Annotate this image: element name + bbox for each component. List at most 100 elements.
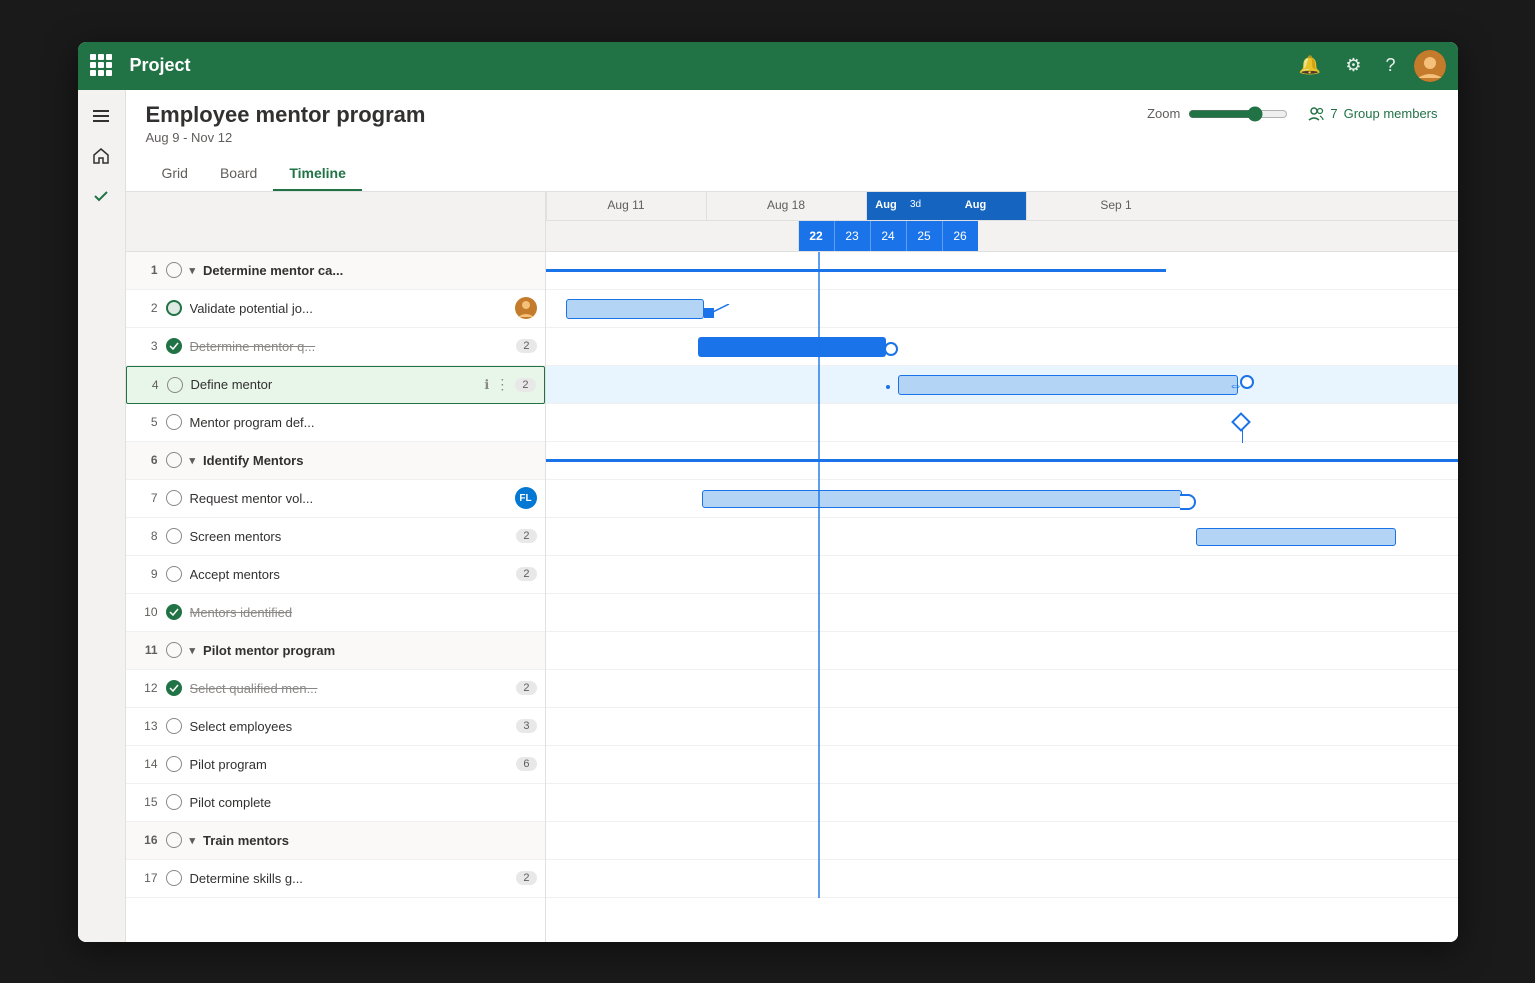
task-row-8[interactable]: 8Screen mentors2 xyxy=(126,518,545,556)
tab-timeline[interactable]: Timeline xyxy=(273,157,362,191)
milestone-dot-3 xyxy=(884,342,898,356)
task-check-5[interactable] xyxy=(164,412,184,432)
task-row-17[interactable]: 17Determine skills g...2 xyxy=(126,860,545,898)
collapse-icon-1[interactable]: ▾ xyxy=(190,264,196,277)
task-row-5[interactable]: 5Mentor program def... xyxy=(126,404,545,442)
help-icon[interactable]: ? xyxy=(1385,55,1395,76)
gantt-row-4: ⇔ xyxy=(546,366,1458,404)
bar-row1[interactable] xyxy=(546,269,1166,272)
gantt-row-12 xyxy=(546,670,1458,708)
day-22: 22 xyxy=(798,221,834,251)
task-check-8[interactable] xyxy=(164,526,184,546)
task-name-9: Accept mentors xyxy=(190,567,511,582)
task-num-8: 8 xyxy=(134,529,158,543)
sidebar-home-btn[interactable] xyxy=(83,138,119,174)
task-check-14[interactable] xyxy=(164,754,184,774)
task-check-4[interactable] xyxy=(165,375,185,395)
sidebar-menu-btn[interactable] xyxy=(83,98,119,134)
task-row-12[interactable]: 12Select qualified men...2 xyxy=(126,670,545,708)
task-num-12: 12 xyxy=(134,681,158,695)
badge-9: 2 xyxy=(516,567,536,581)
task-row-9[interactable]: 9Accept mentors2 xyxy=(126,556,545,594)
collapse-icon-6[interactable]: ▾ xyxy=(190,454,196,467)
bar-row3[interactable] xyxy=(698,337,886,357)
gantt-row-13 xyxy=(546,708,1458,746)
task-name-14: Pilot program xyxy=(190,757,511,772)
badge-13: 3 xyxy=(516,719,536,733)
bell-icon[interactable]: 🔔 xyxy=(1299,55,1321,76)
task-num-1: 1 xyxy=(134,263,158,277)
task-check-7[interactable] xyxy=(164,488,184,508)
gantt-row-2 xyxy=(546,290,1458,328)
task-num-13: 13 xyxy=(134,719,158,733)
task-row-2[interactable]: 2Validate potential jo... xyxy=(126,290,545,328)
task-check-17[interactable] xyxy=(164,868,184,888)
task-row-11[interactable]: 11▾Pilot mentor program xyxy=(126,632,545,670)
content-area: Employee mentor program Aug 9 - Nov 12 Z… xyxy=(126,90,1458,942)
task-check-15[interactable] xyxy=(164,792,184,812)
task-check-6[interactable] xyxy=(164,450,184,470)
gantt-row-15 xyxy=(546,784,1458,822)
task-check-11[interactable] xyxy=(164,640,184,660)
task-name-5: Mentor program def... xyxy=(190,415,537,430)
task-row-3[interactable]: 3Determine mentor q...2 xyxy=(126,328,545,366)
zoom-control: Zoom xyxy=(1147,106,1288,122)
task-check-13[interactable] xyxy=(164,716,184,736)
group-members-label: Group members xyxy=(1344,106,1438,121)
task-row-13[interactable]: 13Select employees3 xyxy=(126,708,545,746)
check-empty-icon xyxy=(166,832,182,848)
bar-row8[interactable] xyxy=(1196,528,1396,546)
task-num-7: 7 xyxy=(134,491,158,505)
task-row-10[interactable]: 10Mentors identified xyxy=(126,594,545,632)
tab-grid[interactable]: Grid xyxy=(146,157,204,191)
task-name-10: Mentors identified xyxy=(190,605,537,620)
bar-row2[interactable] xyxy=(566,299,704,319)
task-row-14[interactable]: 14Pilot program6 xyxy=(126,746,545,784)
badge-4: 2 xyxy=(515,378,535,392)
bar-row7[interactable] xyxy=(702,490,1182,508)
task-row-4[interactable]: 4Define mentorℹ⋮2 xyxy=(126,366,545,404)
task-check-1[interactable] xyxy=(164,260,184,280)
check-done-icon xyxy=(166,680,182,696)
task-name-17: Determine skills g... xyxy=(190,871,511,886)
circle-end-4 xyxy=(1240,375,1254,389)
task-name-15: Pilot complete xyxy=(190,795,537,810)
task-check-3[interactable] xyxy=(164,336,184,356)
task-check-16[interactable] xyxy=(164,830,184,850)
week-aug22-label: Aug xyxy=(866,192,906,221)
gantt-row-14 xyxy=(546,746,1458,784)
avatar-7: FL xyxy=(515,487,537,509)
timeline-grid[interactable]: Aug 11 Aug 18 Aug 3d Aug Sep 1 xyxy=(546,192,1458,942)
task-row-16[interactable]: 16▾Train mentors xyxy=(126,822,545,860)
task-name-12: Select qualified men... xyxy=(190,681,511,696)
zoom-slider[interactable] xyxy=(1188,106,1288,122)
collapse-icon-11[interactable]: ▾ xyxy=(190,644,196,657)
bar-row4[interactable]: ⇔ xyxy=(898,375,1238,395)
collapse-icon-16[interactable]: ▾ xyxy=(190,834,196,847)
group-members-btn[interactable]: 7 Group members xyxy=(1308,106,1437,121)
task-row-1[interactable]: 1▾Determine mentor ca... xyxy=(126,252,545,290)
week-3d: 3d xyxy=(906,192,926,221)
tab-board[interactable]: Board xyxy=(204,157,273,191)
gantt-row-17 xyxy=(546,860,1458,898)
task-num-3: 3 xyxy=(134,339,158,353)
check-empty-icon xyxy=(166,262,182,278)
waffle-icon[interactable] xyxy=(90,54,114,78)
task-check-12[interactable] xyxy=(164,678,184,698)
gantt-row-1 xyxy=(546,252,1458,290)
task-row-15[interactable]: 15Pilot complete xyxy=(126,784,545,822)
task-check-2[interactable] xyxy=(164,298,184,318)
task-row-6[interactable]: 6▾Identify Mentors xyxy=(126,442,545,480)
sidebar-check-btn[interactable] xyxy=(83,178,119,214)
settings-icon[interactable]: ⚙ xyxy=(1345,55,1361,76)
more-icon-4[interactable]: ⋮ xyxy=(495,376,509,393)
task-check-10[interactable] xyxy=(164,602,184,622)
zoom-label: Zoom xyxy=(1147,106,1180,121)
bar-row6[interactable] xyxy=(546,459,1458,462)
day-23: 23 xyxy=(834,221,870,251)
avatar[interactable] xyxy=(1414,50,1446,82)
task-num-6: 6 xyxy=(134,453,158,467)
info-icon-4[interactable]: ℹ xyxy=(484,377,489,393)
task-check-9[interactable] xyxy=(164,564,184,584)
task-row-7[interactable]: 7Request mentor vol...FL xyxy=(126,480,545,518)
